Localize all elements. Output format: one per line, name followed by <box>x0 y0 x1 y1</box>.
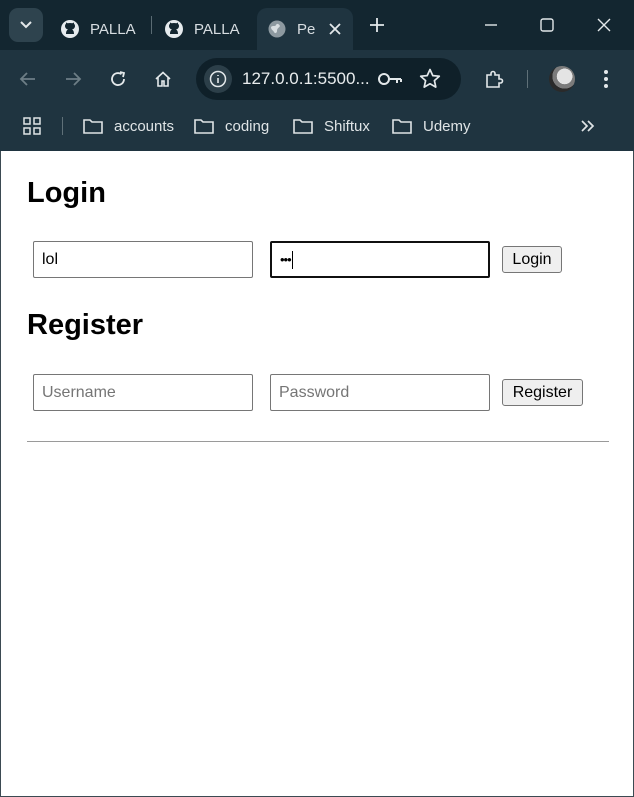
minimize-button[interactable] <box>478 12 504 38</box>
close-icon <box>597 18 611 32</box>
reload-icon <box>111 71 126 86</box>
menu-button[interactable] <box>590 63 622 95</box>
apps-button[interactable] <box>22 114 52 138</box>
star-icon[interactable] <box>418 67 442 91</box>
bookmarks-divider <box>62 117 63 135</box>
site-info-icon[interactable] <box>204 65 232 93</box>
register-username-input[interactable]: Username <box>33 374 253 411</box>
back-button[interactable] <box>12 63 44 95</box>
tab-title: Pe <box>297 20 316 38</box>
new-tab-button[interactable] <box>364 12 390 38</box>
address-bar[interactable]: 127.0.0.1:5500... <box>196 58 461 100</box>
tab-github-1[interactable]: PALLA <box>60 8 140 50</box>
toolbar-divider <box>527 70 528 88</box>
browser-chrome: PALLA PALLA Pe 127.0.0.1:5500... account… <box>0 0 634 151</box>
bookmarks-bar: accounts coding Shiftux Udemy <box>0 108 634 144</box>
tab-strip: PALLA PALLA Pe <box>0 0 634 50</box>
puzzle-icon <box>486 70 504 88</box>
more-vertical-icon <box>604 70 608 88</box>
apps-grid-icon <box>23 117 41 135</box>
horizontal-divider <box>27 441 609 442</box>
home-button[interactable] <box>147 63 179 95</box>
reload-button[interactable] <box>102 63 134 95</box>
bookmark-folder-accounts[interactable]: accounts <box>82 114 174 138</box>
extensions-button[interactable] <box>478 63 510 95</box>
key-icon[interactable] <box>377 68 403 90</box>
bookmark-folder-coding[interactable]: coding <box>193 114 269 138</box>
maximize-button[interactable] <box>534 12 560 38</box>
profile-avatar[interactable] <box>549 66 575 92</box>
folder-icon <box>293 119 313 134</box>
text-caret <box>291 250 293 269</box>
bookmark-folder-shiftux[interactable]: Shiftux <box>292 114 370 138</box>
navigation-toolbar: 127.0.0.1:5500... <box>0 56 634 102</box>
bookmark-label: Shiftux <box>324 117 370 135</box>
plus-icon <box>370 18 384 32</box>
register-button[interactable]: Register <box>502 379 583 406</box>
login-button[interactable]: Login <box>502 246 562 273</box>
bookmark-label: Udemy <box>423 117 471 135</box>
tab-title: PALLA <box>90 20 136 38</box>
chevron-down-icon <box>20 21 32 29</box>
page-viewport: Login lol ••• Login Register Username Pa… <box>0 151 634 797</box>
bookmark-label: coding <box>225 117 270 135</box>
double-chevron-right-icon <box>581 120 595 132</box>
tab-active[interactable]: Pe <box>257 8 353 50</box>
login-username-input[interactable]: lol <box>33 241 253 278</box>
register-heading: Register <box>27 309 144 341</box>
maximize-icon <box>540 18 554 32</box>
arrow-left-icon <box>19 72 35 86</box>
globe-icon <box>268 20 286 38</box>
bookmark-folder-udemy[interactable]: Udemy <box>391 114 471 138</box>
arrow-right-icon <box>66 72 82 86</box>
address-text: 127.0.0.1:5500... <box>242 69 370 88</box>
login-password-input[interactable]: ••• <box>270 241 490 278</box>
tab-separator <box>151 16 152 34</box>
close-icon[interactable] <box>329 23 341 35</box>
github-icon <box>61 20 79 38</box>
tab-title: PALLA <box>194 20 240 38</box>
login-username-value: lol <box>42 250 59 268</box>
close-window-button[interactable] <box>591 12 617 38</box>
minimize-icon <box>485 24 497 26</box>
github-icon <box>165 20 183 38</box>
folder-icon <box>392 119 412 134</box>
folder-icon <box>194 119 214 134</box>
forward-button[interactable] <box>57 63 89 95</box>
bookmarks-overflow-button[interactable] <box>580 114 606 138</box>
tab-search-button[interactable] <box>9 8 43 42</box>
tab-github-2[interactable]: PALLA <box>164 8 244 50</box>
folder-icon <box>83 119 103 134</box>
info-icon <box>209 70 227 88</box>
home-icon <box>155 71 171 87</box>
login-password-mask: ••• <box>280 252 292 267</box>
login-heading: Login <box>27 177 106 209</box>
register-password-input[interactable]: Password <box>270 374 490 411</box>
bookmark-label: accounts <box>114 117 175 135</box>
